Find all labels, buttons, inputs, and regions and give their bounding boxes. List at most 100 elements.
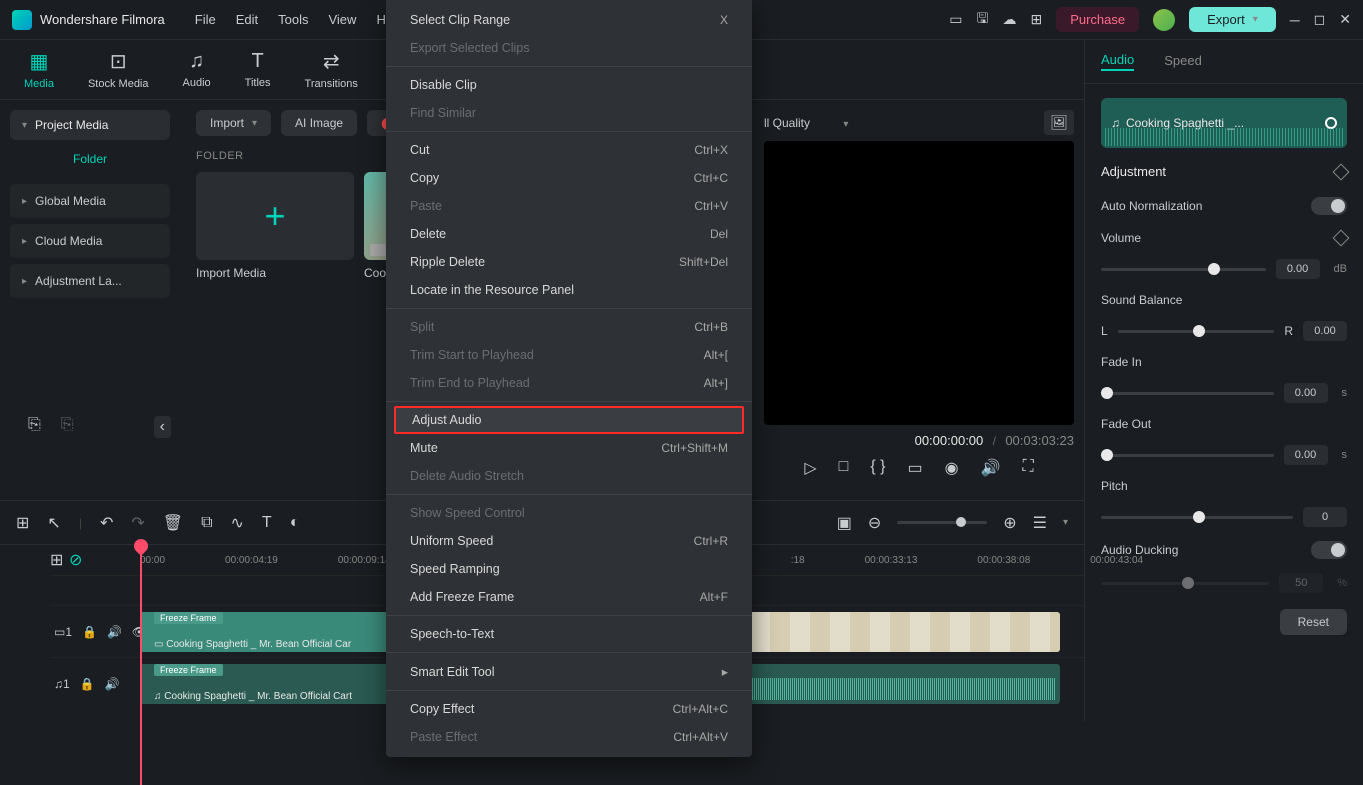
context-menu-item-copy-effect[interactable]: Copy EffectCtrl+Alt+C — [386, 695, 752, 723]
keyframe-icon[interactable] — [1333, 163, 1350, 180]
expand-icon[interactable]: ⛶ — [1022, 458, 1033, 478]
balance-value[interactable]: 0.00 — [1303, 321, 1347, 341]
tl-link-icon[interactable]: ⊘ — [69, 552, 82, 569]
menu-edit[interactable]: Edit — [236, 12, 258, 27]
pitch-slider[interactable] — [1101, 516, 1293, 519]
mute-icon[interactable]: 🔊 — [105, 677, 120, 691]
rp-tab-audio[interactable]: Audio — [1101, 52, 1134, 71]
waveform-icon — [1105, 128, 1343, 146]
playhead[interactable] — [140, 545, 142, 785]
rp-tab-speed[interactable]: Speed — [1164, 53, 1202, 70]
fadeout-value[interactable]: 0.00 — [1284, 445, 1328, 465]
marker-icon[interactable]: { } — [870, 458, 885, 478]
tl-grid-icon[interactable]: ⊞ — [16, 513, 29, 533]
context-menu-item-uniform-speed[interactable]: Uniform SpeedCtrl+R — [386, 527, 752, 555]
tl-speed-icon[interactable]: ∿ — [231, 513, 244, 533]
reset-button[interactable]: Reset — [1280, 609, 1347, 635]
context-menu-item-adjust-audio[interactable]: Adjust Audio — [394, 406, 744, 434]
sidebar-item-adjustment[interactable]: ▸Adjustment La... — [10, 264, 170, 298]
volume-icon[interactable]: 🔊 — [981, 458, 1001, 478]
camera-icon[interactable]: ◉ — [945, 458, 959, 478]
context-menu-item-locate-in-the-resource-panel[interactable]: Locate in the Resource Panel — [386, 276, 752, 304]
tl-track-add-icon[interactable]: ⊞ — [50, 552, 63, 569]
sidebar-item-global[interactable]: ▸Global Media — [10, 184, 170, 218]
quality-select[interactable]: ll Quality ▾ — [764, 116, 848, 130]
export-button[interactable]: Export▾ — [1189, 7, 1276, 32]
tl-zoom-out-icon[interactable]: ⊖ — [868, 513, 881, 533]
grid-icon[interactable]: ⊞ — [1030, 11, 1042, 28]
menu-view[interactable]: View — [328, 12, 356, 27]
context-menu-item-smart-edit-tool[interactable]: Smart Edit Tool▸ — [386, 657, 752, 686]
adjustment-header[interactable]: Adjustment — [1101, 148, 1347, 189]
tl-redo-icon[interactable]: ↷ — [131, 513, 144, 533]
audio-clip-header[interactable]: ♫ Cooking Spaghetti _... — [1101, 98, 1347, 148]
tab-titles[interactable]: TTitles — [245, 50, 271, 89]
ai-image-button[interactable]: AI Image — [281, 110, 357, 136]
volume-value[interactable]: 0.00 — [1276, 259, 1320, 279]
context-menu-item-cut[interactable]: CutCtrl+X — [386, 136, 752, 164]
device-icon[interactable]: ▭ — [949, 11, 962, 28]
context-menu-item-copy[interactable]: CopyCtrl+C — [386, 164, 752, 192]
stop-icon[interactable]: □ — [839, 458, 849, 478]
lock-icon[interactable]: 🔒 — [80, 677, 95, 691]
folder-cancel-icon[interactable]: ⎘ — [61, 416, 74, 438]
transitions-icon: ⇄ — [323, 49, 340, 74]
tab-media[interactable]: ▦Media — [24, 49, 54, 90]
ducking-toggle[interactable] — [1311, 541, 1347, 559]
tl-delete-icon[interactable]: 🗑 — [163, 513, 183, 533]
tab-stock-media[interactable]: ⊡Stock Media — [88, 49, 149, 90]
display-icon[interactable]: ▭ — [907, 458, 922, 478]
context-menu-item-find-similar: Find Similar — [386, 99, 752, 127]
context-menu-item-delete[interactable]: DeleteDel — [386, 220, 752, 248]
video-track-icon: ▭1 — [54, 625, 72, 639]
collapse-icon[interactable]: ‹ — [154, 416, 171, 438]
media-card-import[interactable]: + Import Media — [196, 172, 354, 280]
avatar[interactable] — [1153, 9, 1175, 31]
zoom-slider[interactable] — [897, 521, 987, 524]
context-menu-item-mute[interactable]: MuteCtrl+Shift+M — [386, 434, 752, 462]
tl-undo-icon[interactable]: ↶ — [100, 513, 113, 533]
save-icon[interactable]: 🖫 — [977, 8, 989, 32]
lock-icon[interactable]: 🔒 — [82, 625, 97, 639]
menu-file[interactable]: File — [195, 12, 216, 27]
tl-fit-icon[interactable]: ▣ — [837, 513, 852, 533]
tl-cursor-icon[interactable]: ↖ — [47, 513, 60, 533]
play-icon[interactable]: ▷ — [804, 458, 816, 478]
context-menu-item-select-clip-range[interactable]: Select Clip RangeX — [386, 6, 752, 34]
tl-crop-icon[interactable]: ⧉ — [201, 514, 212, 532]
maximize-icon[interactable]: ◻ — [1314, 11, 1326, 28]
fadeout-slider[interactable] — [1101, 454, 1274, 457]
tl-zoom-in-icon[interactable]: ⊕ — [1003, 513, 1016, 533]
tl-color-icon[interactable]: ◐ — [290, 514, 300, 532]
tab-audio[interactable]: ♫Audio — [183, 50, 211, 89]
close-icon[interactable]: ✕ — [1339, 11, 1351, 28]
context-menu-item-add-freeze-frame[interactable]: Add Freeze FrameAlt+F — [386, 583, 752, 611]
sidebar-folder[interactable]: Folder — [10, 140, 170, 178]
minimize-icon[interactable]: ─ — [1290, 12, 1300, 28]
context-menu-item-disable-clip[interactable]: Disable Clip — [386, 71, 752, 99]
volume-slider[interactable] — [1101, 268, 1266, 271]
fadein-slider[interactable] — [1101, 392, 1274, 395]
context-menu-separator — [386, 690, 752, 691]
volume-keyframe-icon[interactable] — [1333, 230, 1350, 247]
mute-icon[interactable]: 🔊 — [107, 625, 122, 639]
purchase-button[interactable]: Purchase — [1056, 7, 1139, 32]
tl-list-icon[interactable]: ☰ — [1033, 513, 1047, 533]
tab-transitions[interactable]: ⇄Transitions — [305, 49, 358, 90]
balance-slider[interactable] — [1118, 330, 1275, 333]
sidebar-item-cloud[interactable]: ▸Cloud Media — [10, 224, 170, 258]
folder-add-icon[interactable]: ⎘ — [28, 416, 41, 438]
menu-tools[interactable]: Tools — [278, 12, 308, 27]
context-menu-item-speech-to-text[interactable]: Speech-to-Text — [386, 620, 752, 648]
pitch-value[interactable]: 0 — [1303, 507, 1347, 527]
preview-viewport[interactable] — [764, 141, 1074, 425]
cloud-icon[interactable]: ☁ — [1002, 11, 1016, 28]
context-menu-item-ripple-delete[interactable]: Ripple DeleteShift+Del — [386, 248, 752, 276]
auto-norm-toggle[interactable] — [1311, 197, 1347, 215]
fadein-value[interactable]: 0.00 — [1284, 383, 1328, 403]
snap-icon[interactable]: 🖼 — [1044, 110, 1074, 135]
tl-text-icon[interactable]: T — [262, 514, 272, 532]
context-menu-item-speed-ramping[interactable]: Speed Ramping — [386, 555, 752, 583]
sidebar-header[interactable]: ▾Project Media — [10, 110, 170, 140]
import-button[interactable]: Import▾ — [196, 110, 271, 136]
